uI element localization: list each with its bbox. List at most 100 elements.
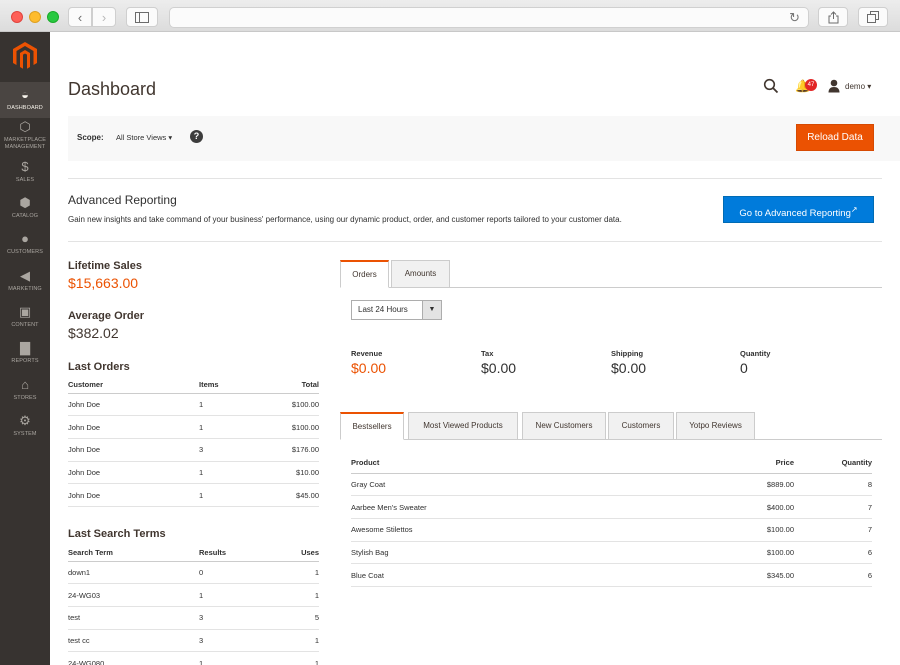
last-orders-title: Last Orders: [68, 361, 130, 373]
table-row[interactable]: John Doe 1 $45.00: [68, 483, 319, 507]
column-header: Items: [199, 376, 259, 394]
chevron-left-icon: ‹: [77, 9, 83, 25]
revenue-label: Revenue: [351, 349, 383, 358]
tab-amounts[interactable]: Amounts: [391, 260, 450, 288]
scope-bar: Scope: All Store Views ▾ ? Reload Data: [68, 116, 900, 161]
column-header: Quantity: [794, 453, 872, 474]
go-to-advanced-reporting-button[interactable]: Go to Advanced Reporting↗: [723, 196, 874, 223]
tab-new-customers[interactable]: New Customers: [522, 412, 606, 440]
table-row[interactable]: John Doe 1 $100.00: [68, 415, 319, 439]
back-button[interactable]: ‹: [68, 7, 92, 27]
bar-chart-icon: ▇: [20, 340, 30, 355]
shipping-value: $0.00: [611, 360, 647, 376]
tab-bestsellers[interactable]: Bestsellers: [340, 412, 404, 440]
sidebar-item-marketplace[interactable]: ⬡ MARKETPLACE MANAGEMENT: [0, 119, 50, 153]
last-search-terms-table: Search Term Results Uses down1 0 1 24-WG03…: [68, 544, 319, 665]
show-tabs-button[interactable]: [858, 7, 888, 27]
table-row[interactable]: Gray Coat $889.00 8: [351, 473, 872, 497]
cube-icon: ⬢: [19, 195, 31, 210]
table-row[interactable]: down1 0 1: [68, 561, 319, 585]
last-search-terms-title: Last Search Terms: [68, 528, 166, 540]
sidebar-item-sales[interactable]: $ SALES: [0, 160, 50, 190]
table-row[interactable]: John Doe 1 $10.00: [68, 461, 319, 485]
average-order-value: $382.02: [68, 325, 119, 341]
person-icon: ●: [21, 231, 29, 246]
column-header: Price: [694, 453, 794, 474]
column-header: Total: [259, 376, 319, 394]
sidebar-item-dashboard[interactable]: ◒ DASHBOARD: [0, 82, 50, 118]
sidebar-item-system[interactable]: ⚙ SYSTEM: [0, 414, 50, 444]
sidebar-item-content[interactable]: ▣ CONTENT: [0, 305, 50, 335]
advanced-button-label: Go to Advanced Reporting: [739, 208, 851, 220]
average-order-label: Average Order: [68, 310, 145, 322]
column-header: Uses: [259, 544, 319, 562]
lifetime-sales-label: Lifetime Sales: [68, 260, 142, 272]
share-icon: [828, 10, 838, 23]
minimize-window-button[interactable]: [29, 11, 41, 23]
column-header: Results: [199, 544, 259, 562]
table-row[interactable]: 24-WG080 1 1: [68, 651, 319, 665]
table-row[interactable]: Aarbee Men's Sweater $400.00 7: [351, 495, 872, 519]
tax-value: $0.00: [481, 360, 517, 376]
tab-customers[interactable]: Customers: [608, 412, 674, 440]
megaphone-icon: ◀: [20, 268, 30, 283]
sidebar-item-stores[interactable]: ⌂ STORES: [0, 378, 50, 408]
notification-count-badge[interactable]: 47: [805, 79, 817, 91]
period-select[interactable]: Last 24 Hours ▼: [351, 300, 442, 320]
scope-switcher[interactable]: All Store Views ▾: [116, 133, 172, 142]
table-row[interactable]: test cc 3 1: [68, 629, 319, 653]
tax-label: Tax: [481, 349, 494, 358]
table-row[interactable]: test 3 5: [68, 606, 319, 630]
table-row[interactable]: Stylish Bag $100.00 6: [351, 541, 872, 565]
table-row[interactable]: Blue Coat $345.00 6: [351, 563, 872, 587]
scope-label: Scope:: [77, 133, 104, 142]
sidebar-toggle-button[interactable]: [126, 7, 158, 27]
help-icon[interactable]: ?: [190, 130, 203, 143]
quantity-value: 0: [740, 360, 748, 376]
period-value: Last 24 Hours: [358, 305, 408, 314]
caret-down-icon: ▾: [867, 82, 872, 91]
grid-tabs: Bestsellers Most Viewed Products New Cus…: [340, 411, 882, 440]
table-row[interactable]: John Doe 1 $100.00: [68, 393, 319, 417]
close-window-button[interactable]: [11, 11, 23, 23]
search-icon[interactable]: [763, 78, 779, 94]
sidebar-item-catalog[interactable]: ⬢ CATALOG: [0, 196, 50, 226]
main-content: Dashboard 🔔 47 demo ▾ Scope: All Store V…: [50, 32, 900, 665]
reload-icon[interactable]: ↻: [789, 10, 800, 26]
tab-most-viewed-products[interactable]: Most Viewed Products: [408, 412, 518, 440]
forward-button[interactable]: ›: [92, 7, 116, 27]
advanced-reporting-title: Advanced Reporting: [68, 193, 177, 207]
user-name: demo: [845, 82, 866, 91]
admin-sidebar: ◒ DASHBOARD ⬡ MARKETPLACE MANAGEMENT $ S…: [0, 32, 50, 665]
column-header: Customer: [68, 376, 199, 394]
zoom-window-button[interactable]: [47, 11, 59, 23]
tab-yotpo-reviews[interactable]: Yotpo Reviews: [676, 412, 755, 440]
magento-logo[interactable]: [13, 42, 37, 70]
sidebar-item-reports[interactable]: ▇ REPORTS: [0, 341, 50, 371]
lifetime-sales-value: $15,663.00: [68, 275, 139, 291]
advanced-reporting-text: Gain new insights and take command of yo…: [68, 215, 622, 224]
reload-data-button[interactable]: Reload Data: [796, 124, 874, 151]
table-row[interactable]: Awesome Stilettos $100.00 7: [351, 518, 872, 542]
revenue-value: $0.00: [351, 360, 387, 376]
column-header: Product: [351, 453, 694, 474]
bestsellers-table: Product Price Quantity Gray Coat $889.00 8…: [351, 453, 872, 587]
browser-toolbar: ‹ › ↻: [0, 0, 900, 32]
address-bar[interactable]: ↻: [169, 7, 809, 28]
sidebar-item-customers[interactable]: ● CUSTOMERS: [0, 232, 50, 262]
share-button[interactable]: [818, 7, 848, 27]
external-link-icon: ↗: [850, 205, 858, 214]
tab-orders[interactable]: Orders: [340, 260, 389, 288]
scope-value: All Store Views: [116, 133, 167, 142]
user-menu[interactable]: demo ▾: [845, 82, 871, 91]
chevron-right-icon: ›: [101, 9, 107, 25]
table-row[interactable]: John Doe 3 $176.00: [68, 438, 319, 462]
table-row[interactable]: 24-WG03 1 1: [68, 583, 319, 607]
divider: [68, 241, 882, 242]
tabs-icon: [867, 11, 879, 23]
layout-icon: ▣: [18, 304, 32, 319]
store-icon: ⌂: [21, 377, 29, 392]
user-icon[interactable]: [828, 79, 840, 93]
dashboard-icon: ◒: [21, 87, 29, 102]
sidebar-item-marketing[interactable]: ◀ MARKETING: [0, 269, 50, 299]
